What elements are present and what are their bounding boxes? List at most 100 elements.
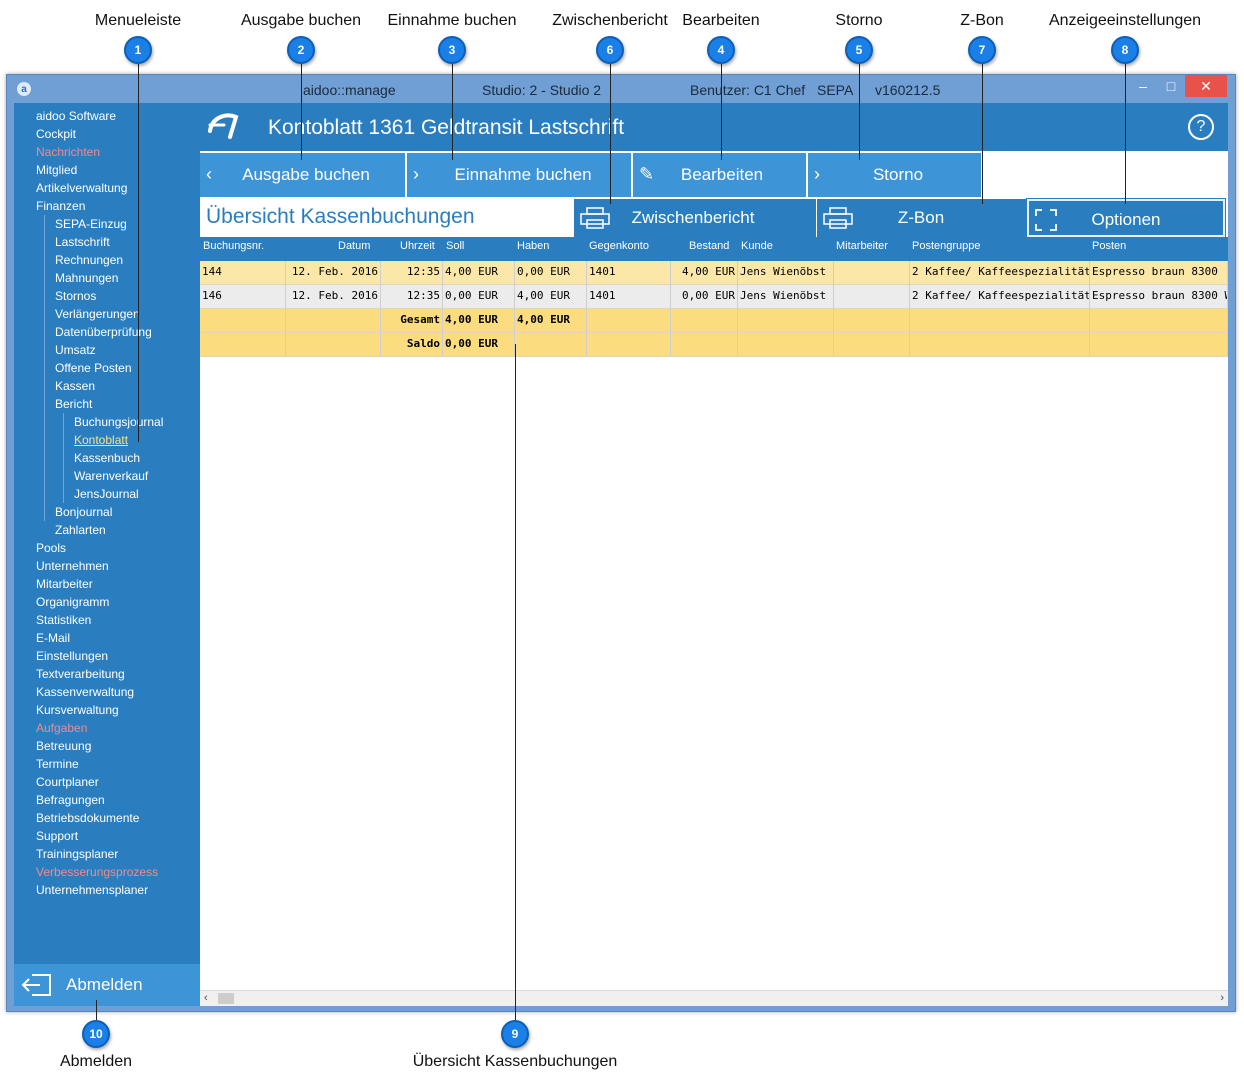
sidebar-item-offene-posten[interactable]: Offene Posten (55, 361, 132, 375)
sidebar-item-statistiken[interactable]: Statistiken (36, 613, 91, 627)
sidebar-item-aufgaben[interactable]: Aufgaben (36, 721, 87, 735)
optionen-button[interactable]: Optionen (1026, 198, 1226, 238)
sidebar-item-organigramm[interactable]: Organigramm (36, 595, 109, 609)
sidebar-item-termine[interactable]: Termine (36, 757, 79, 771)
table-cell: 0,00 EUR (443, 285, 515, 309)
table-cell: Jens Wienöbst (738, 285, 834, 309)
table-total-row[interactable]: Gesamt 4,00 EUR 4,00 EUR (200, 309, 1228, 333)
scroll-left-icon[interactable]: ‹ (204, 992, 208, 1004)
horizontal-scrollbar[interactable]: ‹ › (200, 990, 1228, 1006)
window-sepa: SEPA (817, 82, 854, 98)
callout-badge-3: 3 (438, 36, 466, 64)
einnahme-buchen-label: Einnahme buchen (454, 165, 592, 184)
table-saldo-row[interactable]: Saldo 0,00 EUR (200, 333, 1228, 357)
sidebar-item-verbesserungsprozess[interactable]: Verbesserungsprozess (36, 865, 158, 879)
sidebar-item-kassen[interactable]: Kassen (55, 379, 95, 393)
table-cell: 12. Feb. 2016 (286, 285, 381, 309)
table-cell: 12:35 (381, 261, 443, 285)
maximize-button[interactable]: □ (1157, 75, 1185, 97)
sidebar-item-artikelverwaltung[interactable]: Artikelverwaltung (36, 181, 127, 195)
sidebar-item-mahnungen[interactable]: Mahnungen (55, 271, 118, 285)
table-row[interactable]: 144 12. Feb. 2016 12:35 4,00 EUR 0,00 EUR 140… (200, 261, 1228, 285)
page-title: Kontoblatt 1361 Geldtransit Lastschrift (268, 116, 625, 139)
help-icon[interactable]: ? (1188, 114, 1214, 140)
sidebar-item-betreuung[interactable]: Betreuung (36, 739, 91, 753)
logout-button[interactable]: Abmelden (14, 964, 200, 1006)
sidebar-item-lastschrift[interactable]: Lastschrift (55, 235, 110, 249)
sidebar-item-kursverwaltung[interactable]: Kursverwaltung (36, 703, 119, 717)
table-row[interactable]: 146 12. Feb. 2016 12:35 0,00 EUR 4,00 EUR 140… (200, 285, 1228, 309)
sidebar-item-verlangerungen[interactable]: Verlängerungen (55, 307, 140, 321)
col-header-posten[interactable]: Posten (1092, 240, 1126, 252)
einnahme-buchen-button[interactable]: › Einnahme buchen (407, 153, 633, 197)
table-cell (1090, 309, 1228, 333)
col-header-kunde[interactable]: Kunde (741, 240, 773, 252)
storno-button[interactable]: › Storno (808, 153, 983, 197)
sidebar-item-nachrichten[interactable]: Nachrichten (36, 145, 100, 159)
sidebar-item-aidoo-software[interactable]: aidoo Software (36, 109, 116, 123)
table-cell: 12:35 (381, 285, 443, 309)
col-header-datum[interactable]: Datum (338, 240, 370, 252)
sidebar-item-e-mail[interactable]: E-Mail (36, 631, 70, 645)
leader-line-6 (610, 64, 611, 204)
close-button[interactable]: ✕ (1185, 75, 1227, 97)
table-cell (834, 261, 910, 285)
edit-icon: ✎ (639, 164, 655, 184)
sidebar-item-unternehmensplaner[interactable]: Unternehmensplaner (36, 883, 148, 897)
sidebar-item-stornos[interactable]: Stornos (55, 289, 96, 303)
printer-icon (580, 207, 610, 229)
sidebar-item-sepa-einzug[interactable]: SEPA-Einzug (55, 217, 127, 231)
callout-badge-7: 7 (968, 36, 996, 64)
sidebar-item-bonjournal[interactable]: Bonjournal (55, 505, 112, 519)
table-cell: 12. Feb. 2016 (286, 261, 381, 285)
minimize-button[interactable]: – (1129, 75, 1157, 97)
col-header-haben[interactable]: Haben (517, 240, 549, 252)
scroll-thumb[interactable] (218, 993, 234, 1004)
sidebar-item-warenverkauf[interactable]: Warenverkauf (74, 469, 148, 483)
sidebar-item-befragungen[interactable]: Befragungen (36, 793, 105, 807)
sidebar-menu: aidoo Software Cockpit Nachrichten Mitglied… (14, 103, 200, 1006)
sidebar-item-kassenbuch[interactable]: Kassenbuch (74, 451, 140, 465)
sidebar-item-rechnungen[interactable]: Rechnungen (55, 253, 123, 267)
table-header: Buchungsnr. Datum Uhrzeit Soll Haben Geg… (200, 237, 1228, 261)
sidebar-item-umsatz[interactable]: Umsatz (55, 343, 96, 357)
table-cell: Gesamt (381, 309, 443, 333)
sidebar-item-mitglied[interactable]: Mitglied (36, 163, 77, 177)
col-header-soll[interactable]: Soll (446, 240, 464, 252)
sidebar-item-support[interactable]: Support (36, 829, 78, 843)
zwischenbericht-button[interactable]: Zwischenbericht (574, 199, 816, 237)
sidebar-item-mitarbeiter[interactable]: Mitarbeiter (36, 577, 93, 591)
leader-line-4 (721, 64, 722, 160)
col-header-uhrzeit[interactable]: Uhrzeit (400, 240, 435, 252)
col-header-mitarbeiter[interactable]: Mitarbeiter (836, 240, 888, 252)
zbon-button[interactable]: Z-Bon (817, 199, 1026, 237)
sidebar-item-buchungsjournal[interactable]: Buchungsjournal (74, 415, 163, 429)
sidebar-item-courtplaner[interactable]: Courtplaner (36, 775, 99, 789)
col-header-bestand[interactable]: Bestand (689, 240, 729, 252)
table-cell (515, 333, 587, 357)
tree-line-bericht (63, 413, 64, 503)
sidebar-item-textverarbeitung[interactable]: Textverarbeitung (36, 667, 125, 681)
sidebar-item-finanzen[interactable]: Finanzen (36, 199, 85, 213)
col-header-buchungsnr[interactable]: Buchungsnr. (203, 240, 264, 252)
col-header-postengruppe[interactable]: Postengruppe (912, 240, 981, 252)
sidebar-item-bericht[interactable]: Bericht (55, 397, 92, 411)
col-header-gegenkonto[interactable]: Gegenkonto (589, 240, 649, 252)
sidebar-item-kontoblatt[interactable]: Kontoblatt (74, 433, 128, 447)
callout-badge-8: 8 (1111, 36, 1139, 64)
callout-label-anzeige: Anzeigeeinstellungen (1048, 12, 1202, 29)
window-titlebar[interactable]: a aidoo::manage Studio: 2 - Studio 2 Ben… (7, 75, 1235, 103)
table-cell (1090, 333, 1228, 357)
sidebar-item-cockpit[interactable]: Cockpit (36, 127, 76, 141)
sidebar-item-unternehmen[interactable]: Unternehmen (36, 559, 109, 573)
ausgabe-buchen-button[interactable]: ‹ Ausgabe buchen (200, 153, 407, 197)
table-cell (587, 333, 671, 357)
scroll-right-icon[interactable]: › (1220, 992, 1224, 1004)
sidebar-item-pools[interactable]: Pools (36, 541, 66, 555)
sidebar-item-betriebsdokumente[interactable]: Betriebsdokumente (36, 811, 139, 825)
sidebar-item-zahlarten[interactable]: Zahlarten (55, 523, 106, 537)
sidebar-item-kassenverwaltung[interactable]: Kassenverwaltung (36, 685, 134, 699)
sidebar-item-trainingsplaner[interactable]: Trainingsplaner (36, 847, 118, 861)
sidebar-item-einstellungen[interactable]: Einstellungen (36, 649, 108, 663)
sidebar-item-jensjournal[interactable]: JensJournal (74, 487, 139, 501)
